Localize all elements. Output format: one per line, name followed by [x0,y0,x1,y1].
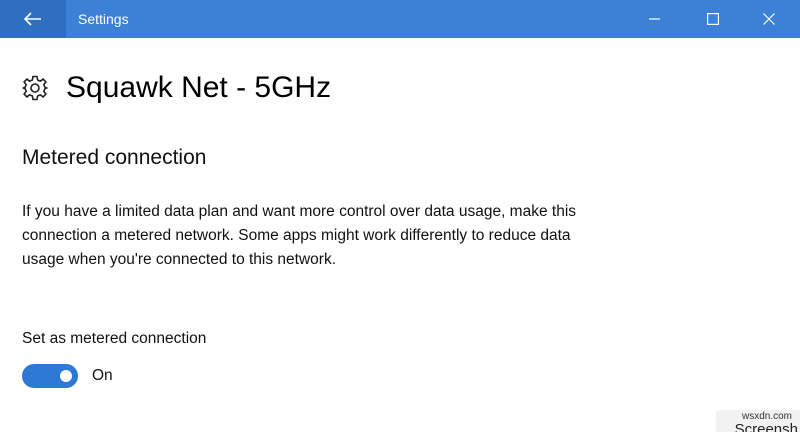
minimize-icon [649,18,660,20]
settings-window: Settings Squawk Net - 5GHz Metered conne… [0,0,800,432]
back-button[interactable] [0,0,66,38]
page-title: Squawk Net - 5GHz [66,71,332,104]
window-title: Settings [78,11,129,27]
metered-toggle[interactable] [22,364,78,388]
close-icon [763,13,775,25]
minimize-button[interactable] [632,0,678,38]
watermark-badge: wsxdn.com Screensh [716,410,800,432]
toggle-label: Set as metered connection [22,330,207,347]
partial-watermark-text: Screensh [734,421,798,432]
back-arrow-icon [24,12,41,26]
section-heading: Metered connection [22,146,207,169]
content-area: Squawk Net - 5GHz Metered connection If … [0,38,800,432]
page-header: Squawk Net - 5GHz [22,68,331,108]
toggle-state-text: On [92,367,113,384]
gear-icon [22,75,48,101]
maximize-button[interactable] [690,0,736,38]
close-button[interactable] [746,0,792,38]
maximize-icon [707,13,719,25]
toggle-knob [60,370,72,382]
section-description: If you have a limited data plan and want… [22,203,577,268]
title-bar: Settings [0,0,800,38]
